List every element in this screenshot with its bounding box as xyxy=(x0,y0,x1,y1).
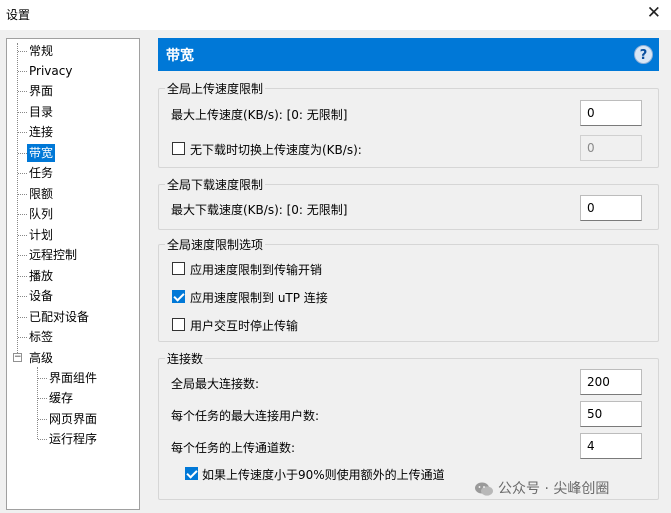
alt-upload-label: 无下载时切换上传速度为(KB/s): xyxy=(190,143,362,157)
tree-connector xyxy=(38,378,47,379)
tree-connector xyxy=(18,112,27,113)
tree-item-privacy[interactable]: Privacy xyxy=(27,62,74,80)
tree-connector xyxy=(38,398,47,399)
tree-item-tasks[interactable]: 任务 xyxy=(27,164,55,182)
max-upload-input[interactable] xyxy=(580,100,642,126)
apply-utp-checkbox[interactable] xyxy=(172,290,185,303)
limit-options-legend: 全局速度限制选项 xyxy=(167,238,264,252)
alt-upload-checkbox[interactable] xyxy=(172,142,185,155)
upload-limit-legend: 全局上传速度限制 xyxy=(167,82,264,96)
page-title: 带宽 xyxy=(166,48,194,64)
apply-utp-label: 应用速度限制到 uTP 连接 xyxy=(190,291,328,305)
per-task-peers-label: 每个任务的最大连接用户数: xyxy=(171,409,320,423)
watermark-text: 公众号 · 尖峰创圈 xyxy=(498,481,610,497)
tree-connector xyxy=(18,173,27,174)
tree-item-directories[interactable]: 目录 xyxy=(27,103,55,121)
connections-legend: 连接数 xyxy=(167,352,204,366)
stop-on-interaction-label: 用户交互时停止传输 xyxy=(190,319,299,333)
global-max-connections-input[interactable] xyxy=(580,369,642,395)
wechat-icon xyxy=(475,482,493,496)
tree-connector xyxy=(18,255,27,256)
apply-overhead-label: 应用速度限制到传输开销 xyxy=(190,263,323,277)
tree-connector xyxy=(18,296,27,297)
extra-slots-checkbox[interactable] xyxy=(185,467,198,480)
tree-item-playback[interactable]: 播放 xyxy=(27,267,55,285)
tree-item-web-ui[interactable]: 网页界面 xyxy=(47,410,99,428)
per-task-slots-label: 每个任务的上传通道数: xyxy=(171,441,296,455)
tree-connector xyxy=(17,43,18,355)
max-download-label: 最大下载速度(KB/s): [0: 无限制] xyxy=(171,203,348,217)
tree-connector xyxy=(18,317,27,318)
tree-item-devices[interactable]: 设备 xyxy=(27,287,55,305)
tree-item-queue[interactable]: 队列 xyxy=(27,205,55,223)
tree-item-advanced[interactable]: 高级 xyxy=(27,349,55,367)
tree-connector xyxy=(18,276,27,277)
close-icon[interactable]: ✕ xyxy=(647,3,661,23)
max-download-input[interactable] xyxy=(580,195,642,221)
tree-connector xyxy=(38,419,47,420)
tree-connector xyxy=(18,235,27,236)
tree-connector xyxy=(18,132,27,133)
per-task-slots-input[interactable] xyxy=(580,433,642,459)
apply-overhead-checkbox[interactable] xyxy=(172,262,185,275)
extra-slots-label: 如果上传速度小于90%则使用额外的上传通道 xyxy=(202,468,445,482)
tree-item-cache[interactable]: 缓存 xyxy=(47,389,75,407)
tree-item-run-program[interactable]: 运行程序 xyxy=(47,430,99,448)
title-bar: 设置 ✕ xyxy=(0,0,671,30)
tree-item-paired-devices[interactable]: 已配对设备 xyxy=(27,308,91,326)
tree-connector xyxy=(18,51,27,52)
tree-item-ui-components[interactable]: 界面组件 xyxy=(47,369,99,387)
tree-item-general[interactable]: 常规 xyxy=(27,42,55,60)
tree-item-scheduler[interactable]: 计划 xyxy=(27,226,55,244)
tree-connector xyxy=(38,439,47,440)
tree-connector xyxy=(18,91,27,92)
window-title: 设置 xyxy=(6,8,31,22)
download-limit-legend: 全局下载速度限制 xyxy=(167,178,264,192)
tree-item-remote[interactable]: 远程控制 xyxy=(27,246,79,264)
tree-item-bandwidth[interactable]: 带宽 xyxy=(27,144,56,162)
tree-item-connection[interactable]: 连接 xyxy=(27,123,55,141)
tree-connector xyxy=(18,194,27,195)
stop-on-interaction-checkbox[interactable] xyxy=(172,318,185,331)
collapse-icon[interactable]: − xyxy=(13,353,22,362)
tree-item-ui[interactable]: 界面 xyxy=(27,82,55,100)
tree-item-labels[interactable]: 标签 xyxy=(27,328,55,346)
panel-header: 带宽 ? xyxy=(158,38,659,71)
tree-connector xyxy=(18,337,27,338)
watermark: 公众号 · 尖峰创圈 xyxy=(474,478,609,500)
tree-connector xyxy=(18,71,27,72)
tree-connector xyxy=(18,214,27,215)
alt-upload-input[interactable] xyxy=(580,135,642,161)
tree-connector xyxy=(18,153,27,154)
tree-item-quota[interactable]: 限额 xyxy=(27,185,55,203)
help-icon[interactable]: ? xyxy=(634,45,653,64)
per-task-peers-input[interactable] xyxy=(580,401,642,427)
max-upload-label: 最大上传速度(KB/s): [0: 无限制] xyxy=(171,108,348,122)
settings-tree[interactable]: 常规 Privacy 界面 目录 连接 带宽 任务 限额 队列 计划 远程控制 … xyxy=(6,38,140,510)
global-max-connections-label: 全局最大连接数: xyxy=(171,377,260,391)
